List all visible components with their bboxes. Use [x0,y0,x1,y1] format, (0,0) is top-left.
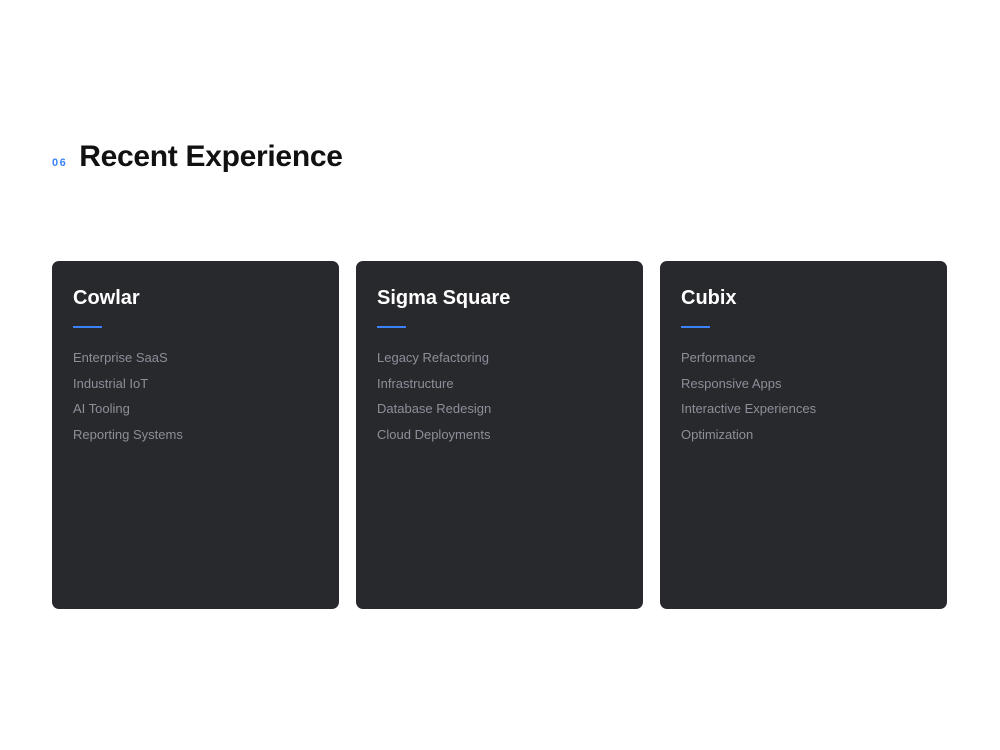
card-item: Enterprise SaaS [73,350,168,365]
experience-cards: Cowlar Enterprise SaaS Industrial IoT AI… [52,261,947,609]
card-item: AI Tooling [73,401,130,416]
card-item: Performance [681,350,756,365]
section-header: 06 Recent Experience [52,140,343,174]
card-item: Industrial IoT [73,375,149,391]
card-item: Cloud Deployments [377,426,491,442]
card-item: Legacy Refactoring [377,350,490,365]
card-divider [73,326,102,328]
section-title: Recent Experience [79,140,343,173]
card-item: Database Redesign [377,401,492,416]
section-number: 06 [52,157,68,169]
card-item: Reporting Systems [73,426,183,442]
card-divider [377,326,406,328]
experience-page: 06 Recent Experience Cowlar Enterprise S… [0,0,1000,750]
card-divider [681,326,710,328]
card-item-list: Enterprise SaaS Industrial IoT AI Toolin… [73,345,318,447]
card-item: Optimization [681,426,754,442]
card-title: Cowlar [73,287,140,309]
card-item: Interactive Experiences [681,401,817,416]
card-title: Cubix [681,287,737,309]
experience-card-cubix: Cubix Performance Responsive Apps Intera… [660,261,947,609]
card-item-list: Performance Responsive Apps Interactive … [681,345,926,447]
card-title: Sigma Square [377,287,511,309]
experience-card-sigma-square: Sigma Square Legacy Refactoring Infrastr… [356,261,643,609]
card-item-list: Legacy Refactoring Infrastructure Databa… [377,345,622,447]
card-item: Responsive Apps [681,375,782,391]
experience-card-cowlar: Cowlar Enterprise SaaS Industrial IoT AI… [52,261,339,609]
card-item: Infrastructure [377,375,454,391]
